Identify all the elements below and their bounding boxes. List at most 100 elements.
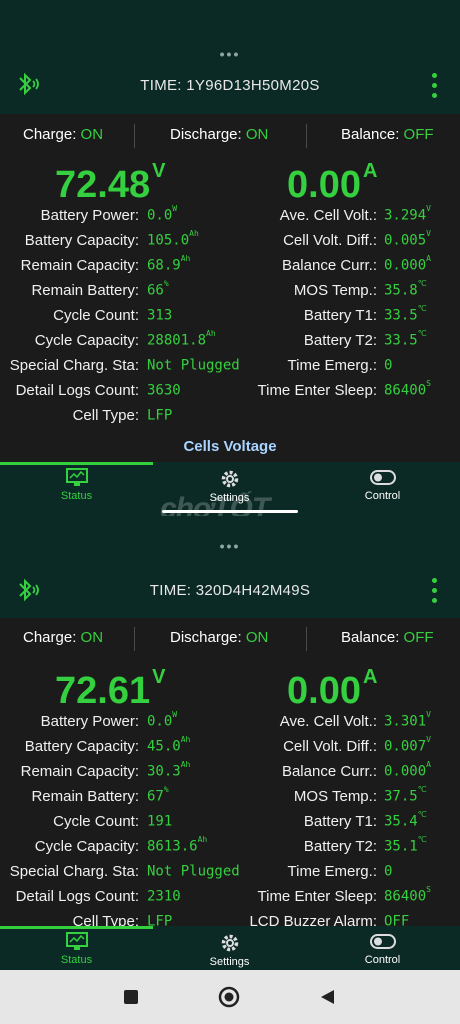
metric-row: Cell Volt. Diff.: 0.005V — [0, 229, 460, 254]
drag-handle-dots[interactable]: ••• — [0, 538, 460, 554]
pack-voltage: 72.61 V — [55, 666, 166, 712]
back-icon[interactable] — [318, 988, 336, 1006]
metric-row: Cell Volt. Diff.: 0.007V — [0, 735, 460, 760]
tab-control[interactable]: Control — [306, 932, 459, 966]
monitor-icon — [65, 468, 88, 486]
recents-icon[interactable] — [122, 988, 140, 1006]
metric-value-text: 0 — [384, 863, 393, 880]
metric-label: MOS Temp.: — [293, 788, 377, 805]
metric-value: 0.000A — [384, 254, 431, 274]
tab-status[interactable]: Status — [0, 468, 153, 502]
metric-value: 86400S — [384, 379, 431, 399]
metric-value: 35.8℃ — [384, 279, 427, 299]
metric-unit: ℃ — [417, 279, 427, 288]
metric-row: Balance Curr.: 0.000A — [0, 254, 460, 279]
metric-value: 33.5℃ — [384, 304, 427, 324]
metric-value: 35.4℃ — [384, 810, 427, 830]
toggle-icon — [369, 934, 396, 949]
metric-row: Ave. Cell Volt.: 3.301V — [0, 710, 460, 735]
metric-unit: S — [426, 885, 431, 894]
metric-value-text: 86400 — [384, 888, 427, 905]
active-tab-indicator — [0, 462, 153, 465]
app-header: ••• TIME: 320D4H42M49S — [0, 516, 460, 618]
balance-status[interactable]: Balance: OFF — [341, 629, 434, 646]
metric-row: Battery T2: 33.5℃ — [0, 329, 460, 354]
pack-voltage: 72.48 V — [55, 160, 166, 206]
metric-label: MOS Temp.: — [293, 282, 377, 299]
metric-label: Balance Curr.: — [281, 763, 377, 780]
metric-value: 37.5℃ — [384, 785, 427, 805]
metric-value: 0.005V — [384, 229, 431, 249]
metric-row: Time Emerg.: 0 — [0, 357, 460, 379]
metric-value-text: 0.000 — [384, 763, 427, 780]
metric-label: Battery T2: — [303, 838, 377, 855]
metric-unit: V — [426, 204, 431, 213]
uptime-time: TIME: 320D4H42M49S — [149, 582, 311, 599]
metric-label: Battery T1: — [303, 813, 377, 830]
balance-status[interactable]: Balance: OFF — [341, 126, 434, 143]
gear-icon — [221, 470, 238, 488]
status-body: Charge: ON Discharge: ON Balance: OFF 72… — [0, 114, 460, 462]
charge-status[interactable]: Charge: ON — [23, 126, 103, 143]
divider — [134, 627, 135, 651]
metric-row: Balance Curr.: 0.000A — [0, 760, 460, 785]
metric-label: Time Enter Sleep: — [257, 888, 378, 905]
metric-label: Cell Volt. Diff.: — [283, 232, 377, 249]
drag-handle-dots[interactable]: ••• — [0, 46, 460, 62]
app-screen-1: ••• TIME: 1Y96D13H50M20S Charge: ON Disc… — [0, 0, 460, 512]
metric-row: Time Emerg.: 0 — [0, 863, 460, 885]
discharge-status[interactable]: Discharge: ON — [170, 629, 268, 646]
tab-control[interactable]: Control — [306, 468, 459, 502]
metric-value: 3.301V — [384, 710, 431, 730]
metric-row: Time Enter Sleep: 86400S — [0, 379, 460, 404]
charge-status[interactable]: Charge: ON — [23, 629, 103, 646]
system-nav-bar — [0, 970, 460, 1024]
active-tab-indicator — [0, 926, 153, 929]
divider — [306, 124, 307, 148]
metric-row: Cell Type: LFP — [0, 407, 460, 429]
more-menu-icon[interactable] — [432, 73, 438, 103]
metric-label: Time Emerg.: — [287, 357, 377, 374]
metric-unit: ℃ — [417, 835, 427, 844]
metric-row: Ave. Cell Volt.: 3.294V — [0, 204, 460, 229]
metric-label: Ave. Cell Volt.: — [279, 207, 377, 224]
metric-value-text: 35.8 — [384, 282, 418, 299]
toggle-icon — [369, 470, 396, 485]
discharge-status[interactable]: Discharge: ON — [170, 126, 268, 143]
metric-unit: A — [426, 760, 431, 769]
metric-value-text: 86400 — [384, 382, 427, 399]
metric-unit: ℃ — [417, 304, 427, 313]
metric-row: Battery T1: 33.5℃ — [0, 304, 460, 329]
tab-status[interactable]: Status — [0, 932, 153, 966]
tab-settings[interactable]: Settings — [153, 932, 306, 968]
more-menu-icon[interactable] — [432, 578, 438, 608]
metric-label: Battery T1: — [303, 307, 377, 324]
metric-unit: V — [426, 229, 431, 238]
app-screen-2: ••• TIME: 320D4H42M49S Charge: ON Discha… — [0, 516, 460, 970]
metric-value: 0 — [384, 357, 392, 374]
metric-value: 0.007V — [384, 735, 431, 755]
metric-value-text: 33.5 — [384, 307, 418, 324]
metric-value-text: 35.1 — [384, 838, 418, 855]
metric-unit: V — [426, 710, 431, 719]
metric-value-text: LFP — [147, 407, 173, 424]
metric-value: 0 — [384, 863, 392, 880]
metric-row: MOS Temp.: 35.8℃ — [0, 279, 460, 304]
metric-unit: ℃ — [417, 329, 427, 338]
home-icon[interactable] — [218, 986, 240, 1008]
metric-value: 86400S — [384, 885, 431, 905]
metric-value-text: 0 — [384, 357, 393, 374]
divider — [134, 124, 135, 148]
metric-row: Battery T1: 35.4℃ — [0, 810, 460, 835]
metric-label: Battery T2: — [303, 332, 377, 349]
cells-voltage-tab[interactable]: Cells Voltage — [0, 438, 460, 455]
switch-status-bar: Charge: ON Discharge: ON Balance: OFF — [0, 619, 460, 659]
metric-value: 0.000A — [384, 760, 431, 780]
metric-unit: V — [426, 735, 431, 744]
metric-value: LFP — [147, 407, 172, 424]
metric-unit: ℃ — [417, 785, 427, 794]
metric-label: Time Enter Sleep: — [257, 382, 378, 399]
metric-value-text: 3.301 — [384, 713, 427, 730]
metric-value: 35.1℃ — [384, 835, 427, 855]
uptime-time: TIME: 1Y96D13H50M20S — [140, 77, 320, 94]
